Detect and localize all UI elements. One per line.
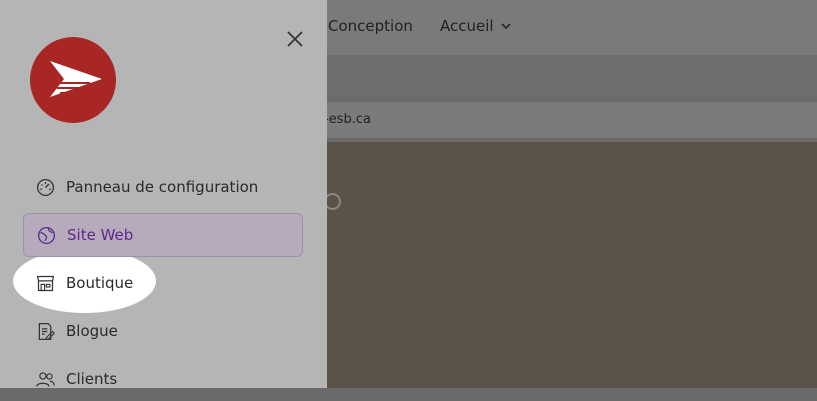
nav-accueil-label: Accueil: [440, 17, 494, 35]
menu-item-label: Clients: [66, 370, 118, 388]
storefront-icon: [35, 273, 56, 294]
edit-document-icon: [35, 321, 56, 342]
menu-item-clients[interactable]: Clients: [23, 357, 303, 401]
side-drawer: Panneau de configuration Site Web Boutiq…: [0, 0, 327, 388]
globe-icon: [36, 225, 57, 246]
close-icon: [287, 31, 303, 47]
menu-item-label: Blogue: [66, 322, 118, 340]
close-button[interactable]: [283, 27, 307, 51]
menu-item-label: Site Web: [67, 226, 134, 244]
menu-item-blogue[interactable]: Blogue: [23, 309, 303, 353]
nav-accueil[interactable]: Accueil: [440, 17, 512, 35]
menu-item-site-web[interactable]: Site Web: [23, 213, 303, 257]
canada-post-logo: [30, 37, 116, 123]
chevron-down-icon: [500, 23, 511, 30]
users-icon: [35, 369, 56, 390]
nav-conception[interactable]: Conception: [328, 17, 413, 35]
menu-item-label: Panneau de configuration: [66, 178, 259, 196]
menu-item-label: Boutique: [66, 274, 134, 292]
menu-item-boutique[interactable]: Boutique: [23, 261, 303, 305]
menu-item-panneau-de-configuration[interactable]: Panneau de configuration: [23, 165, 303, 209]
gauge-icon: [35, 177, 56, 198]
